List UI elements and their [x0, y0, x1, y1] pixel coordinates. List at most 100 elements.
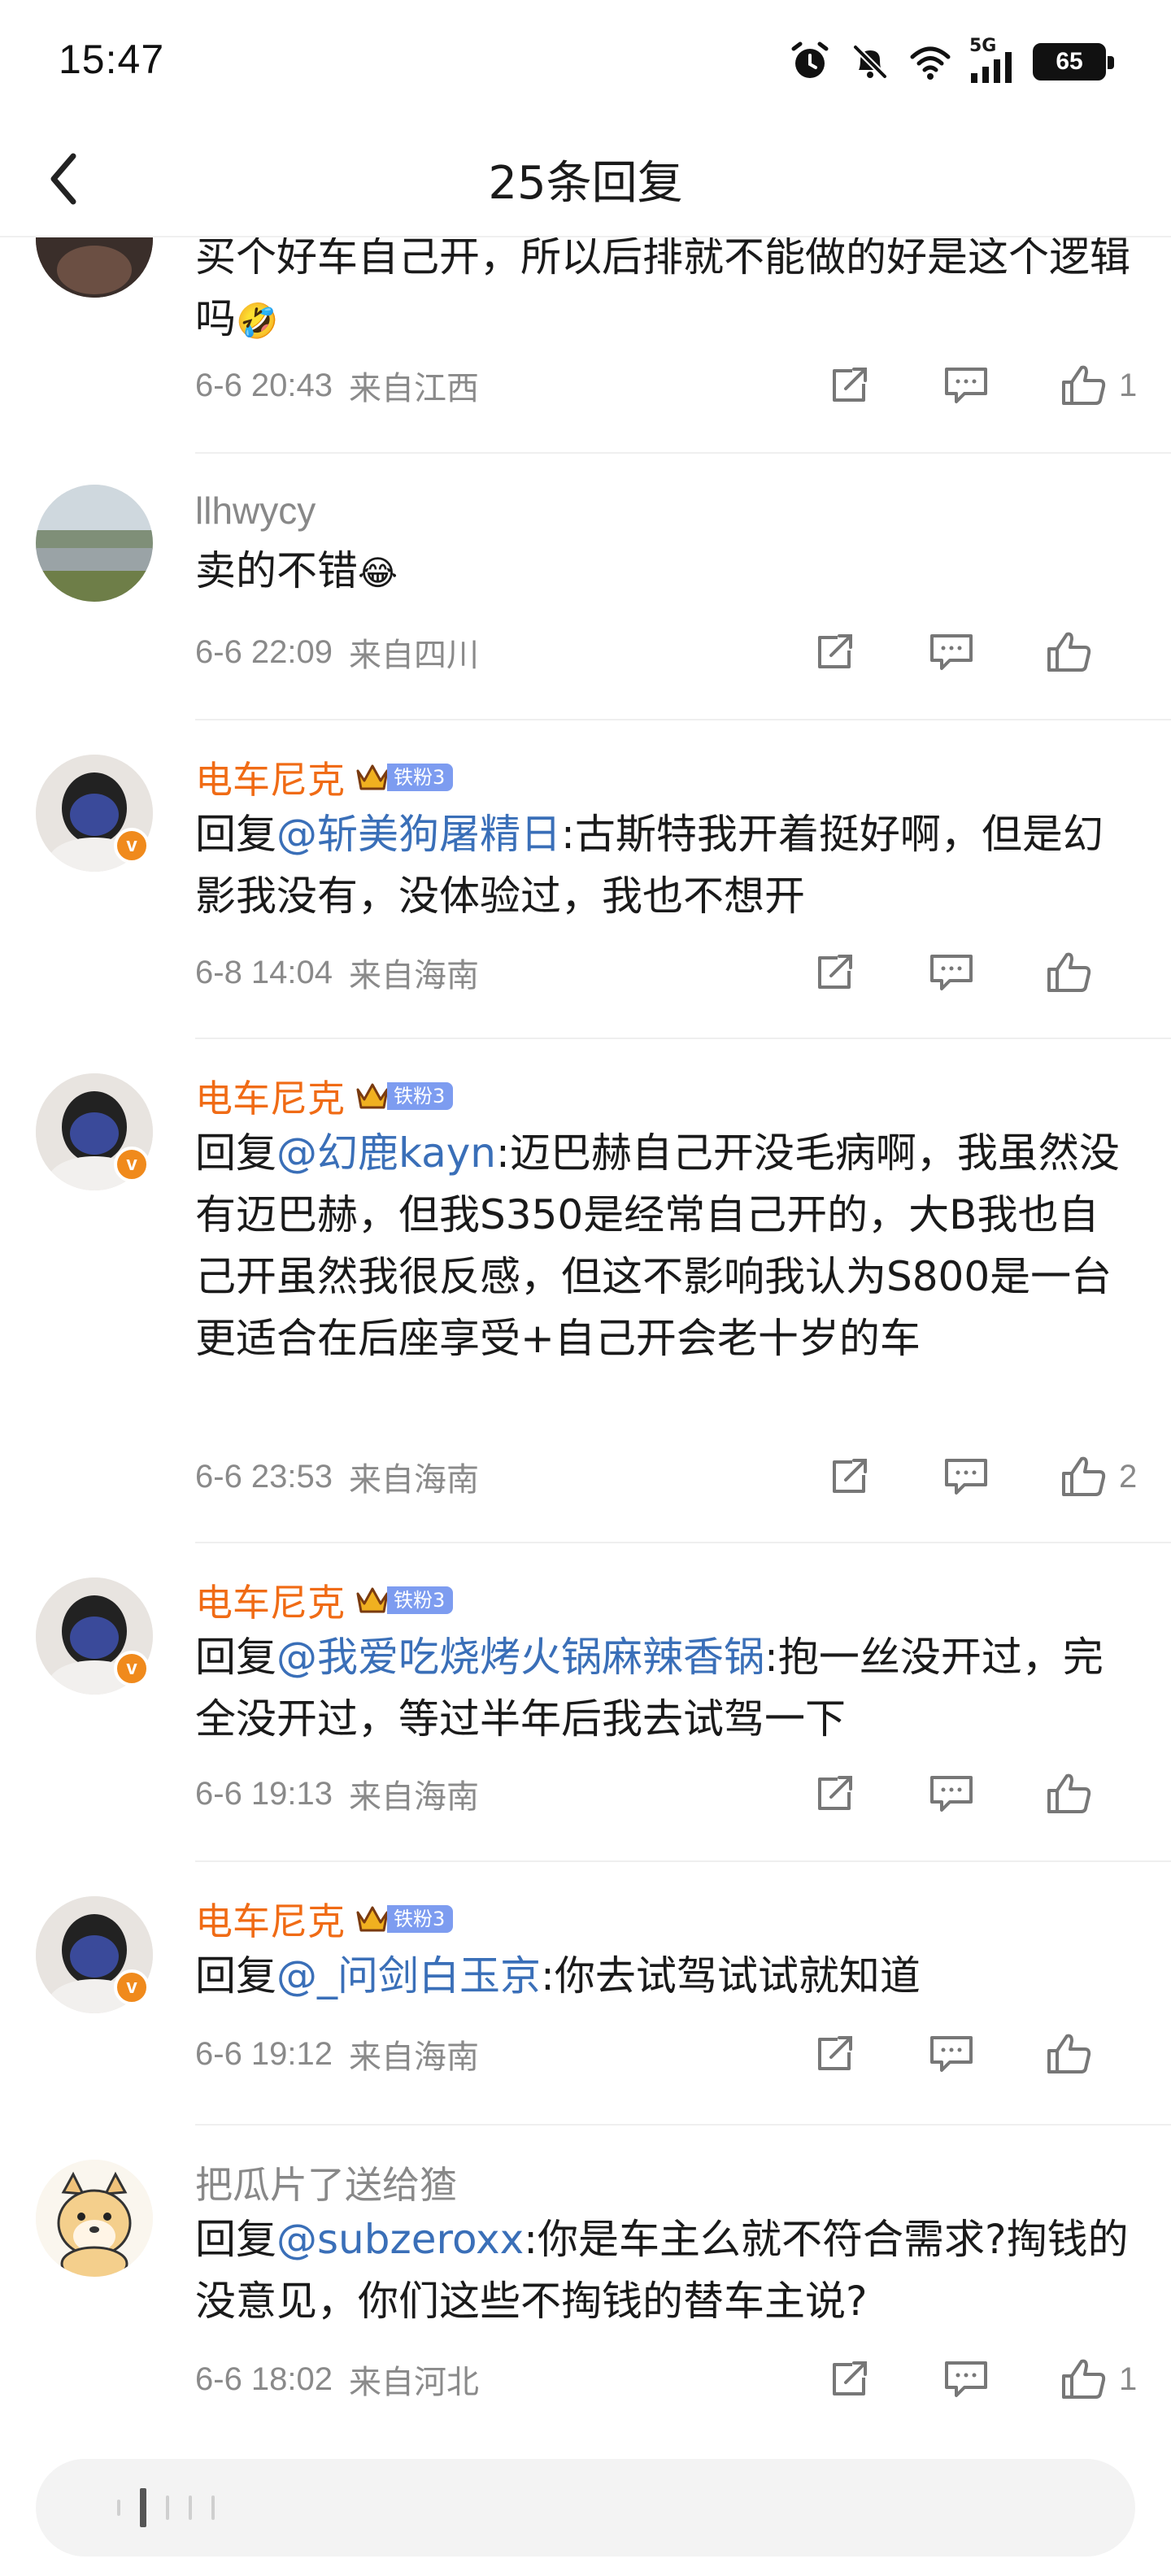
username-row: llhwycy [195, 488, 316, 533]
divider [195, 2124, 1171, 2126]
share-icon[interactable] [825, 363, 873, 408]
comment-actions [810, 1769, 1093, 1818]
avatar[interactable] [36, 485, 153, 602]
like-icon[interactable] [1044, 2031, 1093, 2077]
username-row: 电车尼克 铁粉3 [195, 755, 454, 801]
comment-actions [810, 2030, 1093, 2078]
username[interactable]: 电车尼克 [195, 1069, 345, 1123]
like-icon[interactable] [1044, 950, 1093, 995]
comment-actions: 1 [825, 2355, 1138, 2404]
comment-icon[interactable] [942, 2356, 990, 2402]
like-icon[interactable] [1059, 1454, 1108, 1499]
avatar[interactable] [36, 2160, 153, 2277]
comment-text: 卖的不错😂 [195, 547, 398, 594]
comment-text: 回复@_问剑白玉京:你去试驾试试就知道 [195, 1952, 921, 1999]
crown-icon [356, 1906, 389, 1932]
username[interactable]: 电车尼克 [195, 1892, 345, 1946]
comment-icon[interactable] [927, 950, 976, 995]
username[interactable]: 电车尼克 [195, 1573, 345, 1627]
username-row: 电车尼克 铁粉3 [195, 1577, 454, 1624]
emoji: 😂 [358, 553, 398, 593]
comment-actions: 1 [825, 361, 1138, 410]
comment-time: 6-6 20:43 [195, 367, 333, 403]
mention-link[interactable]: @幻鹿kayn [276, 1129, 496, 1177]
mention-link[interactable]: @我爱吃烧烤火锅麻辣香锅 [276, 1634, 764, 1681]
fan-badge: 铁粉3 [355, 1903, 454, 1935]
comment-time: 6-6 23:53 [195, 1458, 333, 1495]
divider [195, 452, 1171, 454]
fan-level: 铁粉3 [387, 1082, 454, 1110]
username[interactable]: 电车尼克 [195, 751, 345, 804]
comment-location: 来自四川 [349, 637, 480, 673]
page-title: 25条回复 [488, 157, 683, 210]
share-icon[interactable] [825, 2356, 873, 2402]
nav-header: 25条回复 [0, 122, 1171, 237]
comment-meta: 6-6 19:12 来自海南 [195, 2030, 1138, 2078]
username-row: 电车尼克 铁粉3 [195, 1073, 454, 1120]
comment-text: 买个好车自己开，所以后排就不能做的好是这个逻辑吗🤣 [195, 237, 1130, 342]
fan-badge: 铁粉3 [355, 1584, 454, 1617]
verified-badge: v [114, 1651, 150, 1686]
comment-icon[interactable] [927, 2031, 976, 2077]
reply-input-bar[interactable] [36, 2459, 1135, 2556]
comment-location: 来自海南 [349, 958, 480, 994]
list-item: v 电车尼克 铁粉3 回复@幻鹿kayn:迈巴赫自己开没毛病啊，我虽然没有迈巴赫… [0, 1041, 1171, 1545]
emoji: 🤣 [236, 301, 279, 341]
comment-actions [810, 948, 1093, 997]
verified-badge: v [114, 1147, 150, 1182]
crown-icon [356, 1587, 389, 1613]
divider [195, 1542, 1171, 1543]
like-count: 2 [1119, 1458, 1138, 1495]
fan-level: 铁粉3 [387, 1905, 454, 1933]
comment-icon[interactable] [942, 1454, 990, 1499]
comment-time: 6-8 14:04 [195, 954, 333, 990]
reply-list[interactable]: 买个好车自己开，所以后排就不能做的好是这个逻辑吗🤣 6-6 20:43 来自江西… [0, 237, 1171, 2449]
comment-icon[interactable] [927, 1771, 976, 1817]
fan-level: 铁粉3 [387, 764, 454, 791]
like-icon[interactable] [1059, 363, 1108, 408]
comment-time: 6-6 22:09 [195, 633, 333, 670]
comment-actions [810, 628, 1093, 677]
verified-badge: v [114, 1969, 150, 2005]
fan-badge: 铁粉3 [355, 1080, 454, 1112]
share-icon[interactable] [825, 1454, 873, 1499]
like-icon[interactable] [1059, 2356, 1108, 2402]
comment-meta: 6-6 19:13 来自海南 [195, 1769, 1138, 1818]
divider [195, 1860, 1171, 1862]
avatar[interactable] [36, 237, 153, 298]
username[interactable]: llhwycy [195, 489, 316, 533]
alarm-icon [791, 41, 829, 78]
mention-link[interactable]: @斩美狗屠精日 [276, 811, 561, 858]
list-item: v 电车尼克 铁粉3 回复@斩美狗屠精日:古斯特我开着挺好啊，但是幻影我没有，没… [0, 722, 1171, 1041]
verified-badge: v [114, 828, 150, 864]
like-icon[interactable] [1044, 1771, 1093, 1817]
comment-meta: 6-6 18:02 来自河北 1 [195, 2355, 1138, 2404]
comment-meta: 6-8 14:04 来自海南 [195, 948, 1138, 997]
comment-meta: 6-6 20:43 来自江西 1 [195, 361, 1138, 410]
divider [195, 719, 1171, 720]
comment-location: 来自海南 [349, 2039, 480, 2075]
mention-link[interactable]: @_问剑白玉京 [276, 1952, 541, 1999]
status-icons: 5G 65 [789, 36, 1114, 86]
comment-location: 来自江西 [349, 371, 480, 407]
comment-location: 来自海南 [349, 1462, 480, 1498]
comment-meta: 6-6 22:09 来自四川 [195, 628, 1138, 677]
comment-location: 来自河北 [349, 2365, 480, 2400]
crown-icon [356, 764, 389, 790]
mention-link[interactable]: @subzeroxx [276, 2216, 524, 2263]
like-icon[interactable] [1044, 629, 1093, 675]
share-icon[interactable] [810, 950, 859, 995]
comment-text: 回复@我爱吃烧烤火锅麻辣香锅:抱一丝没开过，完全没开过，等过半年后我去试驾一下 [195, 1634, 1104, 1743]
username-row: 电车尼克 铁粉3 [195, 1896, 454, 1943]
comment-time: 6-6 19:13 [195, 1775, 333, 1812]
comment-icon[interactable] [927, 629, 976, 675]
share-icon[interactable] [810, 1771, 859, 1817]
comment-text: 回复@斩美狗屠精日:古斯特我开着挺好啊，但是幻影我没有，没体验过，我也不想开 [195, 811, 1104, 920]
list-item: v 电车尼克 铁粉3 回复@_问剑白玉京:你去试驾试试就知道 6-6 19:12… [0, 1864, 1171, 2127]
username[interactable]: 把瓜片了送给猹 [195, 2156, 457, 2209]
share-icon[interactable] [810, 2031, 859, 2077]
comment-icon[interactable] [942, 363, 990, 408]
voice-wave-icon [117, 2488, 215, 2527]
list-item: v 电车尼克 铁粉3 回复@我爱吃烧烤火锅麻辣香锅:抱一丝没开过，完全没开过，等… [0, 1545, 1171, 1864]
share-icon[interactable] [810, 629, 859, 675]
